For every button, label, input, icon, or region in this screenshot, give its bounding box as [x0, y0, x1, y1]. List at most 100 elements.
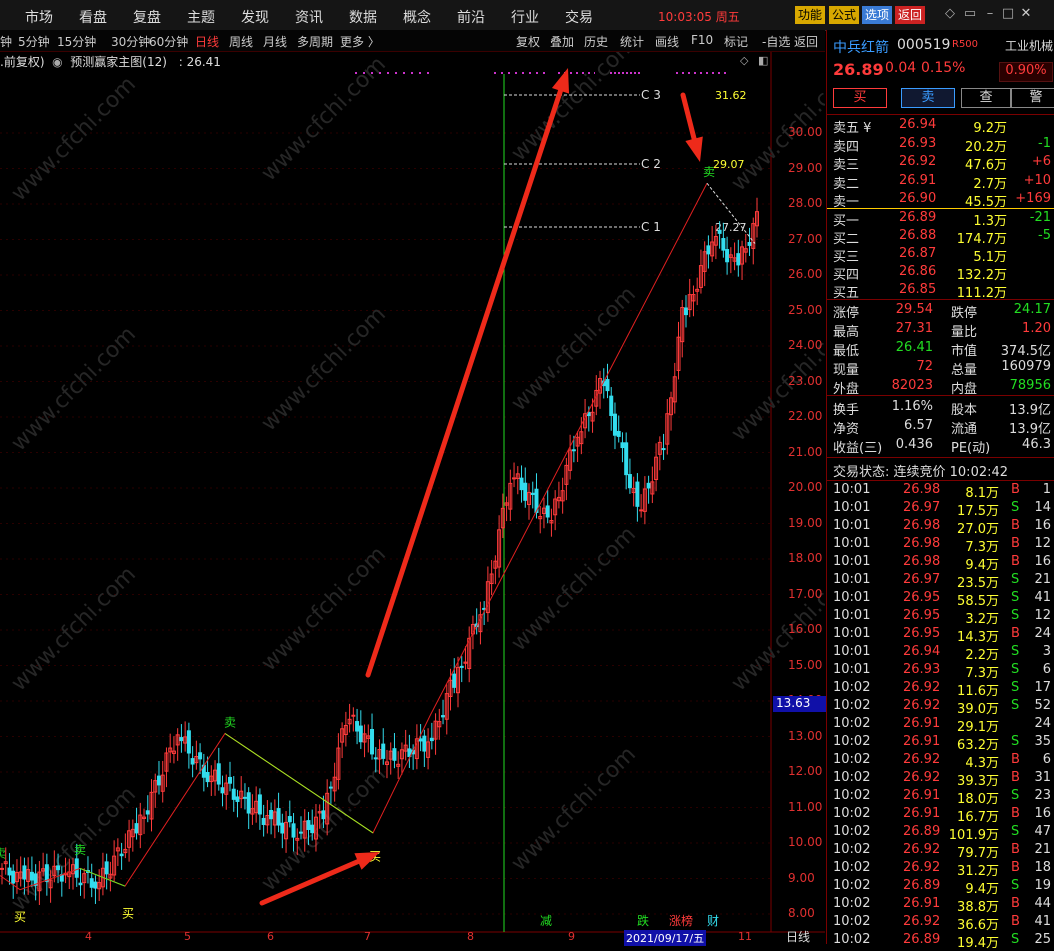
tick-row[interactable]: 10:02 26.92 39.3万 B 31	[827, 770, 1054, 789]
menu-item[interactable]: 复盘	[133, 7, 161, 27]
order-book-row[interactable]: 卖五 ¥ 26.94 9.2万	[827, 117, 1054, 136]
tick-row[interactable]: 10:02 26.89 19.4万 S 25	[827, 932, 1054, 951]
event-marker[interactable]: 减	[540, 912, 552, 929]
tick-row[interactable]: 10:02 26.92 31.2万 B 18	[827, 860, 1054, 879]
period-tab[interactable]: 日线	[195, 33, 219, 50]
tick-row[interactable]: 10:02 26.91 63.2万 S 35	[827, 734, 1054, 753]
period-tab[interactable]: 周线	[229, 33, 253, 50]
tick-row[interactable]: 10:01 26.98 9.4万 B 16	[827, 554, 1054, 573]
order-book-row[interactable]: 卖一 26.90 45.5万 +169	[827, 191, 1054, 210]
tick-volume: 9.4万	[965, 882, 999, 897]
diamond-icon[interactable]: ◇	[740, 54, 748, 67]
period-tab[interactable]: 钟	[0, 33, 12, 50]
chart-tool[interactable]: 统计	[620, 33, 644, 50]
chart-tool[interactable]: F10	[691, 33, 713, 47]
tick-row[interactable]: 10:01 26.98 8.1万 B 1	[827, 482, 1054, 501]
kline-chart-canvas[interactable]: www.cfchi.com www.cfchi.com www.cfchi.com w…	[0, 52, 825, 944]
kline-chart[interactable]: www.cfchi.com www.cfchi.com www.cfchi.com w…	[0, 52, 825, 944]
candle-body	[310, 824, 315, 834]
chart-tool[interactable]: 标记	[724, 33, 748, 50]
toolbar-button[interactable]: 选项	[862, 6, 893, 24]
menu-item[interactable]: 资讯	[295, 7, 323, 27]
tick-row[interactable]: 10:02 26.92 11.6万 S 17	[827, 680, 1054, 699]
period-tab[interactable]: 60分钟	[149, 33, 188, 50]
order-book-row[interactable]: 买五 26.85 111.2万	[827, 282, 1054, 301]
toolbar-button[interactable]: 公式	[829, 6, 860, 24]
maximize-icon[interactable]: □	[998, 6, 1018, 24]
event-marker[interactable]: 跌	[637, 912, 649, 929]
period-tab[interactable]: 月线	[263, 33, 287, 50]
order-book-row[interactable]: 买一 26.89 1.3万 -21	[827, 210, 1054, 229]
order-book-row[interactable]: 买三 26.87 5.1万	[827, 246, 1054, 265]
trade-action-button[interactable]: 查	[961, 88, 1011, 108]
tick-row[interactable]: 10:01 26.95 3.2万 S 12	[827, 608, 1054, 627]
period-tab[interactable]: 30分钟	[111, 33, 150, 50]
tick-row[interactable]: 10:01 26.94 2.2万 S 3	[827, 644, 1054, 663]
tick-row[interactable]: 10:01 26.97 23.5万 S 21	[827, 572, 1054, 591]
industry-name[interactable]: 工业机械	[1005, 37, 1053, 54]
indicator-name[interactable]: 预测赢家主图(12)	[70, 55, 167, 69]
chart-tool[interactable]: -自选	[762, 33, 790, 50]
minimize-icon[interactable]: –	[980, 6, 1000, 24]
tick-row[interactable]: 10:02 26.92 4.3万 B 6	[827, 752, 1054, 771]
order-book-row[interactable]: 买四 26.86 132.2万	[827, 264, 1054, 283]
tile-icon[interactable]: ▭	[960, 6, 980, 24]
tick-row[interactable]: 10:02 26.91 18.0万 S 23	[827, 788, 1054, 807]
chart-tool[interactable]: 历史	[584, 33, 608, 50]
event-marker[interactable]: 财	[707, 912, 719, 929]
tick-row[interactable]: 10:01 26.93 7.3万 S 6	[827, 662, 1054, 681]
order-book-row[interactable]: 买二 26.88 174.7万 -5	[827, 228, 1054, 247]
menu-item[interactable]: 交易	[565, 7, 593, 27]
toolbar-button[interactable]: 返回	[895, 6, 926, 24]
chart-tool[interactable]: 画线	[655, 33, 679, 50]
tick-count: 31	[1034, 770, 1051, 785]
event-marker[interactable]: 涨榜	[669, 912, 693, 929]
chart-tool[interactable]: 叠加	[550, 33, 574, 50]
tick-row[interactable]: 10:02 26.91 16.7万 B 16	[827, 806, 1054, 825]
tick-row[interactable]: 10:02 26.92 39.0万 S 52	[827, 698, 1054, 717]
tick-volume: 63.2万	[957, 738, 999, 753]
tick-row[interactable]: 10:02 26.92 79.7万 B 21	[827, 842, 1054, 861]
order-book-row[interactable]: 卖四 26.93 20.2万 -1	[827, 136, 1054, 155]
panel-toggle-icon[interactable]: ◧	[758, 54, 768, 67]
order-book-row[interactable]: 卖二 26.91 2.7万 +10	[827, 173, 1054, 192]
menu-item[interactable]: 发现	[241, 7, 269, 27]
menu-item[interactable]: 行业	[511, 7, 539, 27]
tick-row[interactable]: 10:01 26.95 58.5万 S 41	[827, 590, 1054, 609]
chart-tool[interactable]: 返回	[794, 33, 818, 50]
period-tab[interactable]: 更多 〉	[340, 33, 380, 50]
tick-row[interactable]: 10:02 26.89 101.9万 S 47	[827, 824, 1054, 843]
skin-icon[interactable]: ◇	[940, 6, 960, 24]
tick-row[interactable]: 10:02 26.91 38.8万 B 44	[827, 896, 1054, 915]
menu-item[interactable]: 前沿	[457, 7, 485, 27]
level-volume: 5.1万	[973, 250, 1007, 265]
trade-action-button[interactable]: 警	[1011, 88, 1054, 108]
tick-row[interactable]: 10:01 26.97 17.5万 S 14	[827, 500, 1054, 519]
tick-side: B	[1011, 914, 1020, 929]
close-icon[interactable]: ✕	[1016, 6, 1036, 24]
menu-item[interactable]: 数据	[349, 7, 377, 27]
tick-row[interactable]: 10:02 26.92 36.6万 B 41	[827, 914, 1054, 933]
period-tab[interactable]: 15分钟	[57, 33, 96, 50]
divider	[827, 114, 1054, 115]
menu-item[interactable]: 看盘	[79, 7, 107, 27]
y-tick-label: 23.00	[788, 373, 823, 388]
indicator-settings-icon[interactable]: ◉	[48, 55, 66, 69]
trade-action-button[interactable]: 买	[833, 88, 887, 108]
stock-name[interactable]: 中兵红箭	[833, 37, 889, 57]
target-level-name: C 1	[641, 220, 661, 234]
period-tab[interactable]: 多周期	[297, 33, 333, 50]
order-book-row[interactable]: 卖三 26.92 47.6万 +6	[827, 154, 1054, 173]
menu-item[interactable]: 主题	[187, 7, 215, 27]
menu-item[interactable]: 市场	[25, 7, 53, 27]
tick-row[interactable]: 10:01 26.98 7.3万 B 12	[827, 536, 1054, 555]
menu-item[interactable]: 概念	[403, 7, 431, 27]
chart-tool[interactable]: 复权	[516, 33, 540, 50]
tick-row[interactable]: 10:02 26.89 9.4万 S 19	[827, 878, 1054, 897]
trade-action-button[interactable]: 卖	[901, 88, 955, 108]
period-tab[interactable]: 5分钟	[18, 33, 50, 50]
tick-row[interactable]: 10:01 26.95 14.3万 B 24	[827, 626, 1054, 645]
tick-row[interactable]: 10:01 26.98 27.0万 B 16	[827, 518, 1054, 537]
tick-row[interactable]: 10:02 26.91 29.1万 24	[827, 716, 1054, 735]
toolbar-button[interactable]: 功能	[795, 6, 826, 24]
